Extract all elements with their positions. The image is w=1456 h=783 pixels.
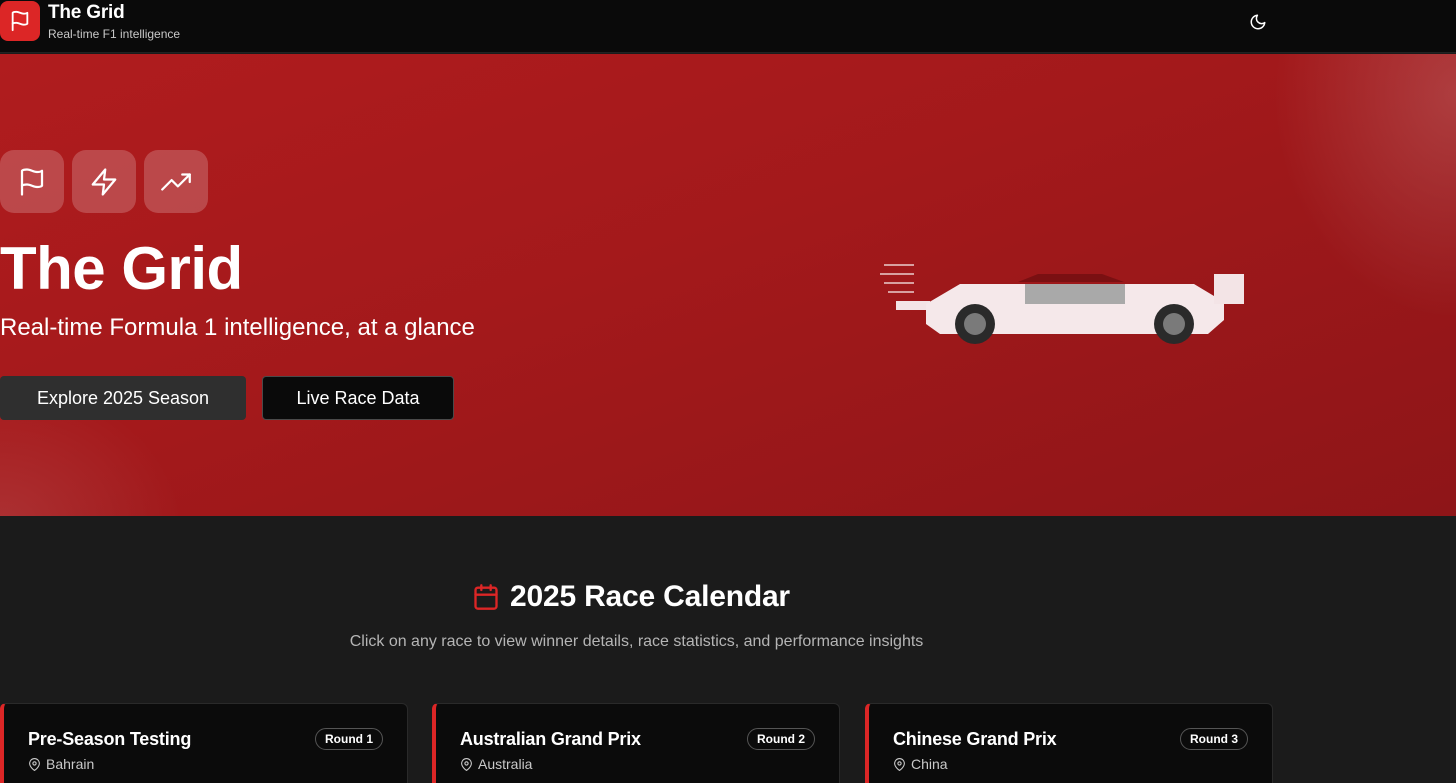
hero-icon-row bbox=[0, 150, 208, 213]
flag-icon bbox=[20, 167, 44, 196]
round-badge: Round 3 bbox=[1180, 728, 1248, 750]
calendar-subtitle: Click on any race to view winner details… bbox=[349, 633, 924, 650]
hero-subtitle: Real-time Formula 1 intelligence, at a g… bbox=[0, 314, 475, 341]
race-location: Bahrain bbox=[28, 756, 94, 772]
explore-season-button[interactable]: Explore 2025 Season bbox=[0, 376, 246, 420]
top-bar: The Grid Real-time F1 intelligence bbox=[0, 0, 1456, 53]
map-pin-icon bbox=[461, 757, 472, 771]
race-location: China bbox=[893, 756, 948, 772]
calendar-heading: 2025 Race Calendar bbox=[472, 580, 790, 614]
live-race-data-button[interactable]: Live Race Data bbox=[262, 376, 454, 420]
theme-toggle-button[interactable] bbox=[1244, 8, 1272, 36]
app-logo[interactable] bbox=[0, 1, 40, 41]
round-badge: Round 2 bbox=[747, 728, 815, 750]
hero-title: The Grid bbox=[0, 235, 243, 302]
trending-up-icon bbox=[161, 172, 191, 191]
hero-section: The Grid Real-time Formula 1 intelligenc… bbox=[0, 54, 1456, 516]
calendar-title: 2025 Race Calendar bbox=[510, 580, 790, 613]
hero-icon-tile-flag bbox=[0, 150, 64, 213]
race-location-text: Bahrain bbox=[46, 756, 95, 772]
race-name: Chinese Grand Prix bbox=[893, 729, 1057, 749]
race-car-icon bbox=[880, 264, 1244, 344]
race-name: Pre-Season Testing bbox=[28, 729, 192, 749]
round-badge: Round 1 bbox=[315, 728, 383, 750]
hero-icon-tile-trending bbox=[144, 150, 208, 213]
map-pin-icon bbox=[894, 757, 905, 771]
calendar-icon bbox=[474, 584, 498, 610]
flag-icon bbox=[11, 10, 29, 32]
map-pin-icon bbox=[29, 757, 40, 771]
race-name: Australian Grand Prix bbox=[460, 729, 641, 749]
race-card[interactable]: Chinese Grand Prix Round 3 China bbox=[865, 703, 1273, 783]
race-location-text: Australia bbox=[478, 756, 533, 772]
zap-icon bbox=[91, 167, 117, 196]
race-location: Australia bbox=[460, 756, 532, 772]
app-title: The Grid bbox=[48, 2, 125, 23]
race-card[interactable]: Australian Grand Prix Round 2 Australia bbox=[432, 703, 840, 783]
race-location-text: China bbox=[911, 756, 948, 772]
moon-icon bbox=[1250, 14, 1266, 30]
race-card[interactable]: Pre-Season Testing Round 1 Bahrain bbox=[0, 703, 408, 783]
hero-icon-tile-zap bbox=[72, 150, 136, 213]
app-subtitle: Real-time F1 intelligence bbox=[48, 27, 181, 41]
